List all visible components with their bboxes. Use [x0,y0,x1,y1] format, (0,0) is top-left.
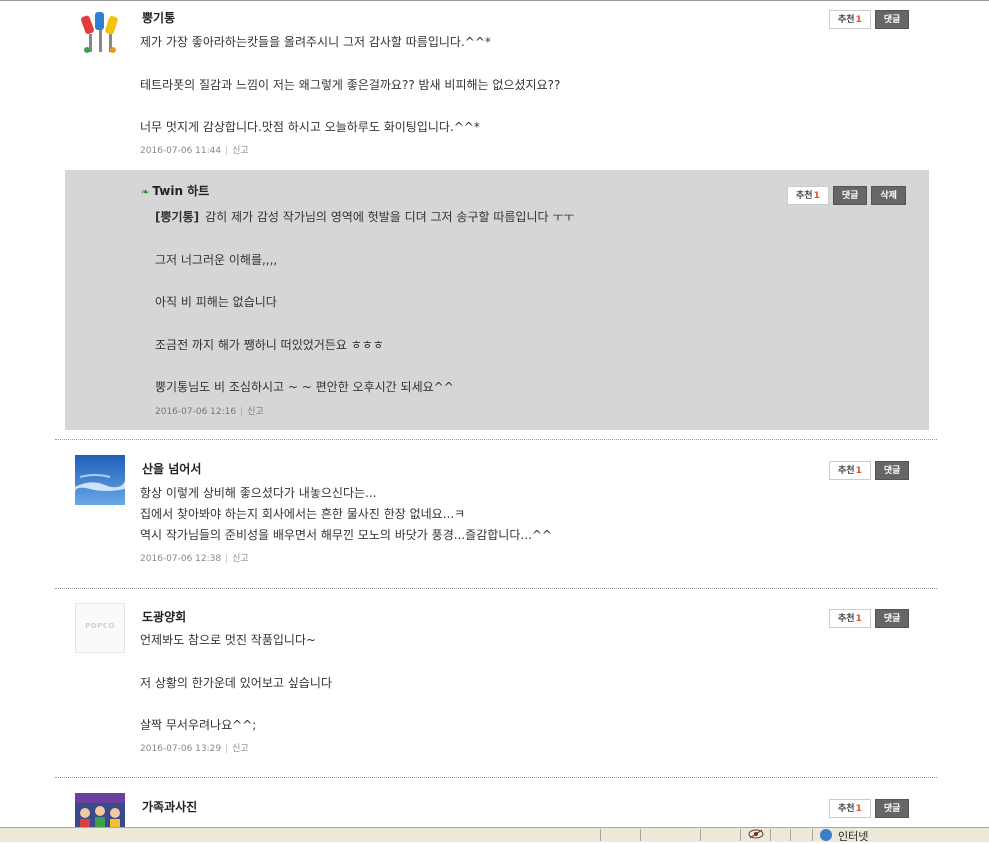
divider [55,777,937,778]
reply-nickname[interactable]: ❧ Twin 하트 [141,182,209,199]
comment-date: 2016-07-06 11:44 [140,146,222,156]
comment-meta: 2016-07-06 12:38 | 신고 [140,554,249,564]
avatar[interactable] [75,6,125,56]
recommend-button[interactable]: 추천1 [787,186,829,205]
recommend-button[interactable]: 추천1 [829,461,871,480]
comment-nickname[interactable]: 도광양회 [142,608,186,625]
comment-meta: 2016-07-06 13:29 | 신고 [140,744,249,754]
avatar[interactable] [75,793,125,827]
internet-zone-globe-icon [820,829,832,841]
reply-button[interactable]: 댓글 [874,10,910,29]
reply-button[interactable]: 댓글 [832,186,868,205]
status-divider [770,829,771,841]
comment-actions: 추천1 댓글 [829,799,910,818]
reply-text: 뿡기통님도 비 조심하시고 ~ ~ 편안한 오후시간 되세요^^ [155,380,454,394]
privacy-eye-icon[interactable] [748,829,764,842]
avatar-placeholder-text: POPCO [85,622,115,630]
reply-actions: 추천1 댓글 삭제 [787,186,906,205]
reply-text: 그저 너그러운 이해를,,,, [155,253,278,267]
comment-text: 저 상황의 한가운데 있어보고 싶습니다 [140,676,332,690]
status-divider [600,829,601,841]
reply-button[interactable]: 댓글 [874,461,910,480]
avatar[interactable]: POPCO [75,603,125,653]
recommend-button[interactable]: 추천1 [829,10,871,29]
comment-nickname[interactable]: 뿡기통 [142,9,175,26]
reply-text: 조금전 까지 해가 쨍하니 떠있었거든요 ㅎㅎㅎ [155,338,384,352]
comment-nickname[interactable]: 산을 넘어서 [142,460,201,477]
reply-text: [뿡기통] 감히 제가 감성 작가님의 영역에 헛발을 디뎌 그저 송구할 따름입… [155,210,575,224]
status-divider [740,829,741,841]
comment-text: 역시 작가님들의 준비성을 배우면서 해무낀 모노의 바닷가 풍경...즐감합니… [140,528,552,542]
reply-text: 아직 비 피해는 없습니다 [155,295,277,309]
status-divider [790,829,791,841]
report-link[interactable]: 신고 [232,554,249,564]
comment-date: 2016-07-06 13:29 [140,744,222,754]
divider [55,439,937,440]
comment-text: 제가 가장 좋아라하는캇들을 올려주시니 그저 감사할 따름입니다.^^* [140,35,491,49]
comment-actions: 추천1 댓글 [829,609,910,628]
comment-date: 2016-07-06 12:38 [140,554,222,564]
report-link[interactable]: 신고 [232,146,249,156]
comment-actions: 추천1 댓글 [829,461,910,480]
delete-button[interactable]: 삭제 [871,186,906,205]
reply-button[interactable]: 댓글 [874,609,910,628]
reply-meta: 2016-07-06 12:16 | 신고 [155,407,264,417]
comment-text: 언제봐도 참으로 멋진 작품입니다~ [140,633,317,647]
comment-meta: 2016-07-06 11:44 | 신고 [140,146,249,156]
status-divider [812,829,813,841]
report-link[interactable]: 신고 [247,407,264,417]
recommend-button[interactable]: 추천1 [829,609,871,628]
recommend-button[interactable]: 추천1 [829,799,871,818]
reply-button[interactable]: 댓글 [874,799,910,818]
status-divider [640,829,641,841]
reply-mention: [뿡기통] [155,210,200,224]
reply-arrow-icon: ❧ [141,187,150,198]
top-border [0,0,989,1]
comment-item: 가족과사진 추천1 댓글 [55,787,935,827]
reply-date: 2016-07-06 12:16 [155,407,237,417]
comment-actions: 추천1 댓글 [829,10,910,29]
browser-status-bar: 인터넷 [0,827,989,843]
divider [55,588,937,589]
avatar[interactable] [75,455,125,505]
comment-text: 항상 이렇게 상비해 좋으셨다가 내놓으신다는... [140,486,377,500]
comment-text: 집에서 찾아봐야 하는지 회사에서는 흔한 물사진 한장 없네요...ㅋ [140,507,466,521]
internet-zone-label: 인터넷 [838,830,869,843]
comment-text: 너무 멋지게 감상합니다.맛점 하시고 오늘하루도 화이팅입니다.^^* [140,120,480,134]
report-link[interactable]: 신고 [232,744,249,754]
reply-item: ❧ Twin 하트 [뿡기통] 감히 제가 감성 작가님의 영역에 헛발을 디뎌 그… [65,170,929,430]
comment-text: 테트라폿의 질감과 느낌이 저는 왜그렇게 좋은걸까요?? 밤새 비피해는 없으… [140,78,561,92]
status-divider [700,829,701,841]
comment-nickname[interactable]: 가족과사진 [142,798,197,815]
comment-text: 살짝 무서우려나요^^; [140,718,257,732]
